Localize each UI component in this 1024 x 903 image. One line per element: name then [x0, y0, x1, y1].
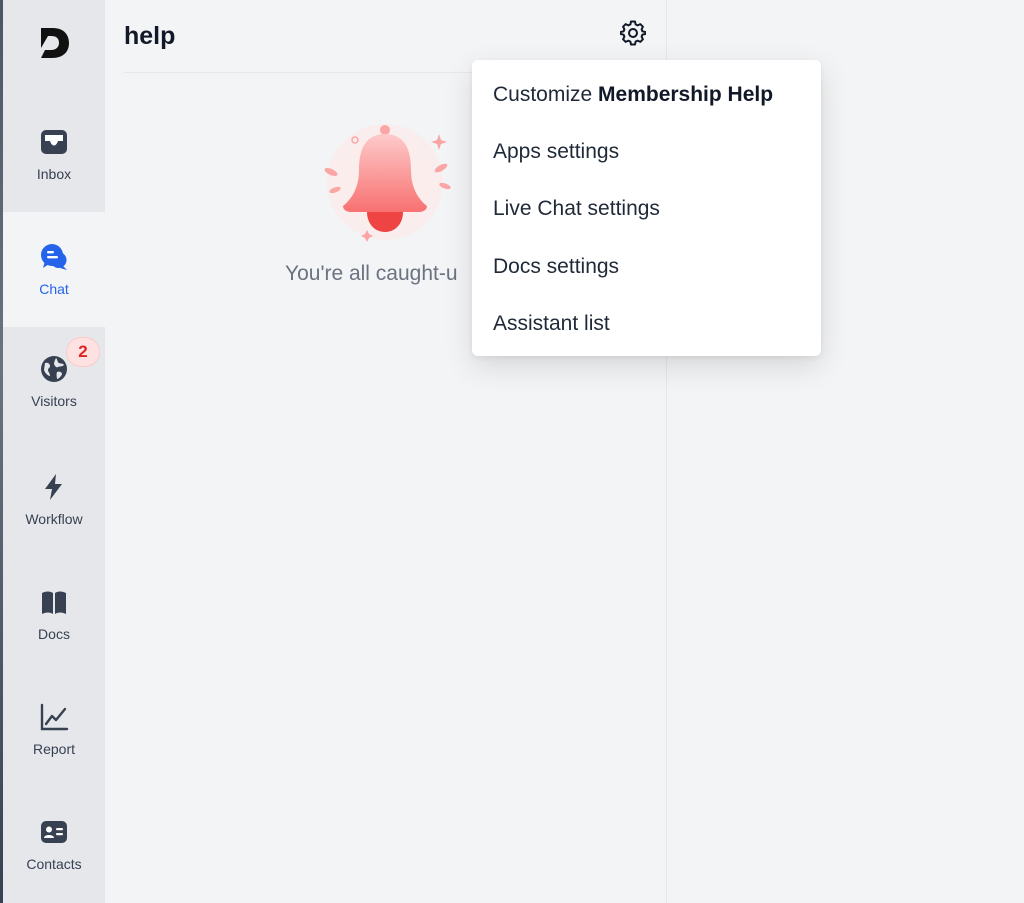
sidebar-item-label: Report — [32, 741, 76, 757]
chat-icon — [41, 244, 67, 270]
sidebar: Inbox Chat Visitors Workflow Docs Report… — [3, 0, 105, 903]
menu-item-customize[interactable]: Customize Membership Help — [472, 66, 821, 123]
sidebar-item-inbox[interactable]: Inbox — [3, 97, 105, 212]
sidebar-item-label: Contacts — [26, 856, 82, 872]
sidebar-item-label: Visitors — [31, 392, 77, 409]
sidebar-item-chat[interactable]: Chat — [3, 212, 105, 327]
customize-prefix: Customize — [493, 82, 599, 106]
sidebar-item-label: Chat — [39, 281, 69, 297]
sidebar-item-label: Workflow — [25, 511, 83, 527]
visitors-count-badge: 2 — [67, 338, 99, 366]
sidebar-item-docs[interactable]: Docs — [3, 557, 105, 672]
sidebar-item-label: Docs — [38, 626, 70, 642]
menu-item-apps-settings[interactable]: Apps settings — [472, 123, 821, 180]
settings-dropdown-menu: Customize Membership Help Apps settings … — [472, 60, 821, 356]
inbox-icon — [41, 130, 67, 154]
customize-name: Membership Help — [598, 82, 774, 106]
globe-icon — [41, 355, 67, 382]
book-icon — [42, 591, 66, 614]
sidebar-item-workflow[interactable]: Workflow — [3, 442, 105, 557]
menu-item-docs-settings[interactable]: Docs settings — [472, 238, 821, 295]
page-title: help — [124, 22, 176, 50]
app-logo[interactable] — [38, 26, 70, 60]
sidebar-item-report[interactable]: Report — [3, 672, 105, 787]
empty-state-message: You're all caught-u — [285, 262, 458, 285]
menu-item-assistant-list[interactable]: Assistant list — [472, 295, 821, 352]
chart-line-icon — [40, 703, 69, 731]
gear-icon[interactable] — [620, 20, 646, 46]
menu-item-live-chat-settings[interactable]: Live Chat settings — [472, 180, 821, 237]
sidebar-item-contacts[interactable]: Contacts — [3, 787, 105, 902]
bell-illustration — [324, 124, 451, 242]
lightning-icon — [45, 474, 62, 500]
sidebar-item-label: Inbox — [36, 166, 72, 182]
contact-card-icon — [41, 821, 67, 843]
